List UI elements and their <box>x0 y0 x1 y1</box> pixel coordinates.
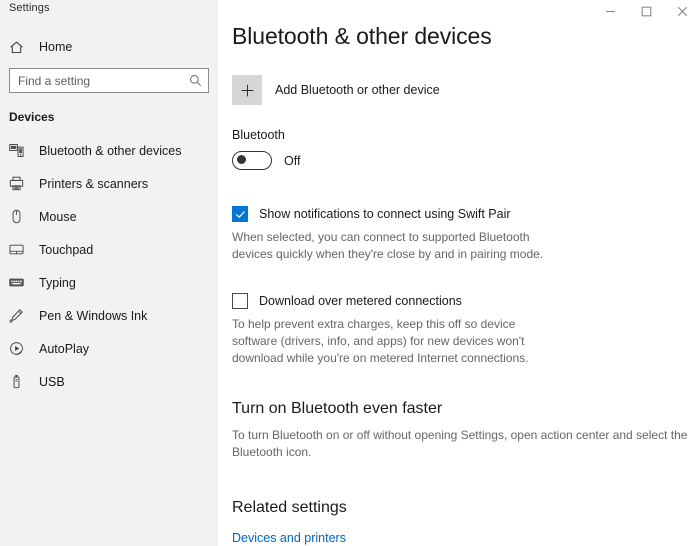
minimize-icon <box>605 10 615 12</box>
link-devices-and-printers[interactable]: Devices and printers <box>232 531 346 545</box>
bluetooth-toggle-state: Off <box>284 153 301 168</box>
swift-pair-description: When selected, you can connect to suppor… <box>232 230 544 261</box>
sidebar-item-usb[interactable]: USB <box>0 365 218 398</box>
sidebar-item-label: Printers & scanners <box>39 176 149 191</box>
sidebar-item-label: Bluetooth & other devices <box>39 143 182 158</box>
related-settings-title: Related settings <box>232 499 347 516</box>
swift-pair-checkbox[interactable] <box>232 206 248 222</box>
keyboard-icon <box>9 275 31 290</box>
settings-window: Settings Home Find a setting Devices Blu… <box>0 0 700 546</box>
add-bluetooth-device-button[interactable]: Add Bluetooth or other device <box>232 75 440 105</box>
page-title: Bluetooth & other devices <box>232 23 492 49</box>
sidebar-item-home[interactable]: Home <box>0 33 218 61</box>
bluetooth-toggle-row[interactable]: Off <box>232 151 300 170</box>
sidebar-item-label: Pen & Windows Ink <box>39 308 148 323</box>
bluetooth-section-label: Bluetooth <box>232 128 285 142</box>
bluetooth-toggle[interactable] <box>232 151 272 170</box>
bluetooth-devices-icon <box>9 143 31 158</box>
printer-icon <box>9 176 31 191</box>
pen-icon <box>9 308 31 323</box>
maximize-icon <box>641 6 651 16</box>
sidebar-item-bluetooth-other-devices[interactable]: Bluetooth & other devices <box>0 134 218 167</box>
sidebar-item-label: Mouse <box>39 209 77 224</box>
close-button[interactable] <box>664 0 700 22</box>
close-icon <box>677 6 687 16</box>
sidebar-item-autoplay[interactable]: AutoPlay <box>0 332 218 365</box>
sidebar-nav-list: Bluetooth & other devices Printers & sca… <box>0 134 218 398</box>
sidebar-item-label: USB <box>39 374 65 389</box>
home-icon <box>9 40 31 55</box>
plus-icon <box>232 75 262 105</box>
sidebar-item-label: Typing <box>39 275 76 290</box>
mouse-icon <box>9 209 31 224</box>
main-content: Bluetooth & other devices Add Bluetooth … <box>218 0 700 546</box>
sidebar-item-mouse[interactable]: Mouse <box>0 200 218 233</box>
sidebar-item-printers-scanners[interactable]: Printers & scanners <box>0 167 218 200</box>
add-device-label: Add Bluetooth or other device <box>275 83 440 97</box>
sidebar-home-label: Home <box>39 40 73 54</box>
autoplay-icon <box>9 341 31 356</box>
sidebar-item-touchpad[interactable]: Touchpad <box>0 233 218 266</box>
sidebar-item-label: AutoPlay <box>39 341 90 356</box>
sidebar-item-pen-windows-ink[interactable]: Pen & Windows Ink <box>0 299 218 332</box>
metered-checkbox[interactable] <box>232 293 248 309</box>
toggle-knob <box>237 155 246 165</box>
metered-description: To help prevent extra charges, keep this… <box>232 317 529 365</box>
sidebar: Home Devices <box>0 0 218 546</box>
metered-checkbox-row[interactable]: Download over metered connections <box>232 293 462 309</box>
faster-section-description: To turn Bluetooth on or off without open… <box>232 428 688 459</box>
minimize-button[interactable] <box>592 0 628 22</box>
search-input[interactable] <box>18 73 189 88</box>
swift-pair-label: Show notifications to connect using Swif… <box>259 207 511 221</box>
faster-section-title: Turn on Bluetooth even faster <box>232 400 443 417</box>
swift-pair-checkbox-row[interactable]: Show notifications to connect using Swif… <box>232 206 511 222</box>
window-controls <box>592 0 700 22</box>
sidebar-item-label: Touchpad <box>39 242 94 257</box>
metered-label: Download over metered connections <box>259 294 462 308</box>
touchpad-icon <box>9 242 31 257</box>
usb-icon <box>9 374 31 389</box>
search-box[interactable] <box>9 68 209 93</box>
sidebar-section-header: Devices <box>9 110 55 124</box>
sidebar-item-typing[interactable]: Typing <box>0 266 218 299</box>
checkmark-icon <box>235 210 245 218</box>
search-icon[interactable] <box>189 74 202 87</box>
maximize-button[interactable] <box>628 0 664 22</box>
